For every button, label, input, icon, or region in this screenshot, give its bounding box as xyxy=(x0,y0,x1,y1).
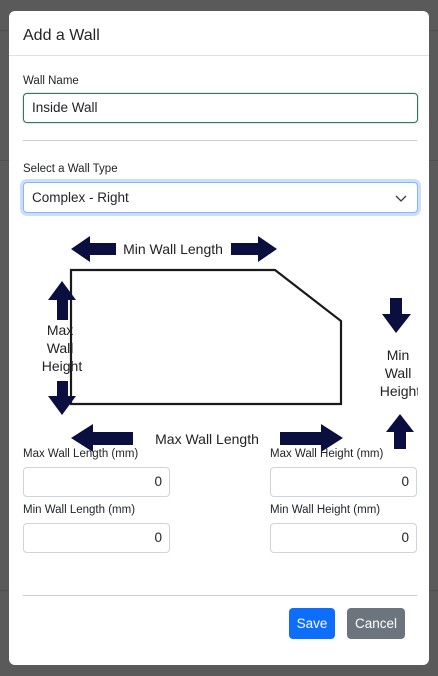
wall-type-selected-value: Complex - Right xyxy=(32,190,129,205)
max-wall-length-text: Max Wall Length xyxy=(155,431,259,447)
max-wall-length-label: Max Wall Length (mm) xyxy=(23,448,139,460)
max-wall-length-input[interactable]: 0 xyxy=(23,467,170,497)
wall-name-label: Wall Name xyxy=(23,75,79,87)
max-wall-height-text-3: Height xyxy=(42,358,83,374)
svg-text:Min Wall Height: Min Wall Height xyxy=(380,347,418,399)
max-wall-height-input[interactable]: 0 xyxy=(270,467,417,497)
min-wall-length-input[interactable]: 0 xyxy=(23,523,170,553)
modal-title: Add a Wall xyxy=(23,27,100,44)
max-wall-height-label: Max Wall Height (mm) xyxy=(270,448,384,460)
save-button[interactable]: Save xyxy=(289,608,335,639)
modal-header: Add a Wall xyxy=(9,11,429,56)
wall-type-label: Select a Wall Type xyxy=(23,163,118,175)
min-wall-height-label: Min Wall Height (mm) xyxy=(270,504,381,516)
min-wall-length-label: Min Wall Length (mm) xyxy=(23,504,136,516)
section-divider xyxy=(23,140,417,141)
footer-divider xyxy=(23,595,417,596)
add-wall-modal: Add a Wall Wall Name Inside Wall Select … xyxy=(9,11,429,665)
wall-shape xyxy=(69,268,343,406)
wall-type-select[interactable]: Complex - Right xyxy=(23,182,418,213)
wall-diagram: Min Wall Length Max Wall Length Max Wall… xyxy=(42,236,418,452)
min-wall-height-text-2: Wall xyxy=(385,365,412,381)
min-wall-height-text-3: Height xyxy=(380,383,418,399)
cancel-button[interactable]: Cancel xyxy=(347,608,405,639)
svg-text:Max Wall Height: Max Wall Height xyxy=(42,322,83,374)
min-wall-height-text-1: Min xyxy=(387,347,410,363)
wall-name-input[interactable]: Inside Wall xyxy=(23,93,418,123)
min-wall-height-input[interactable]: 0 xyxy=(270,523,417,553)
max-wall-height-text-1: Max xyxy=(47,322,73,338)
min-wall-length-text: Min Wall Length xyxy=(123,241,223,257)
chevron-down-icon xyxy=(395,195,407,202)
max-wall-height-text-2: Wall xyxy=(47,340,74,356)
